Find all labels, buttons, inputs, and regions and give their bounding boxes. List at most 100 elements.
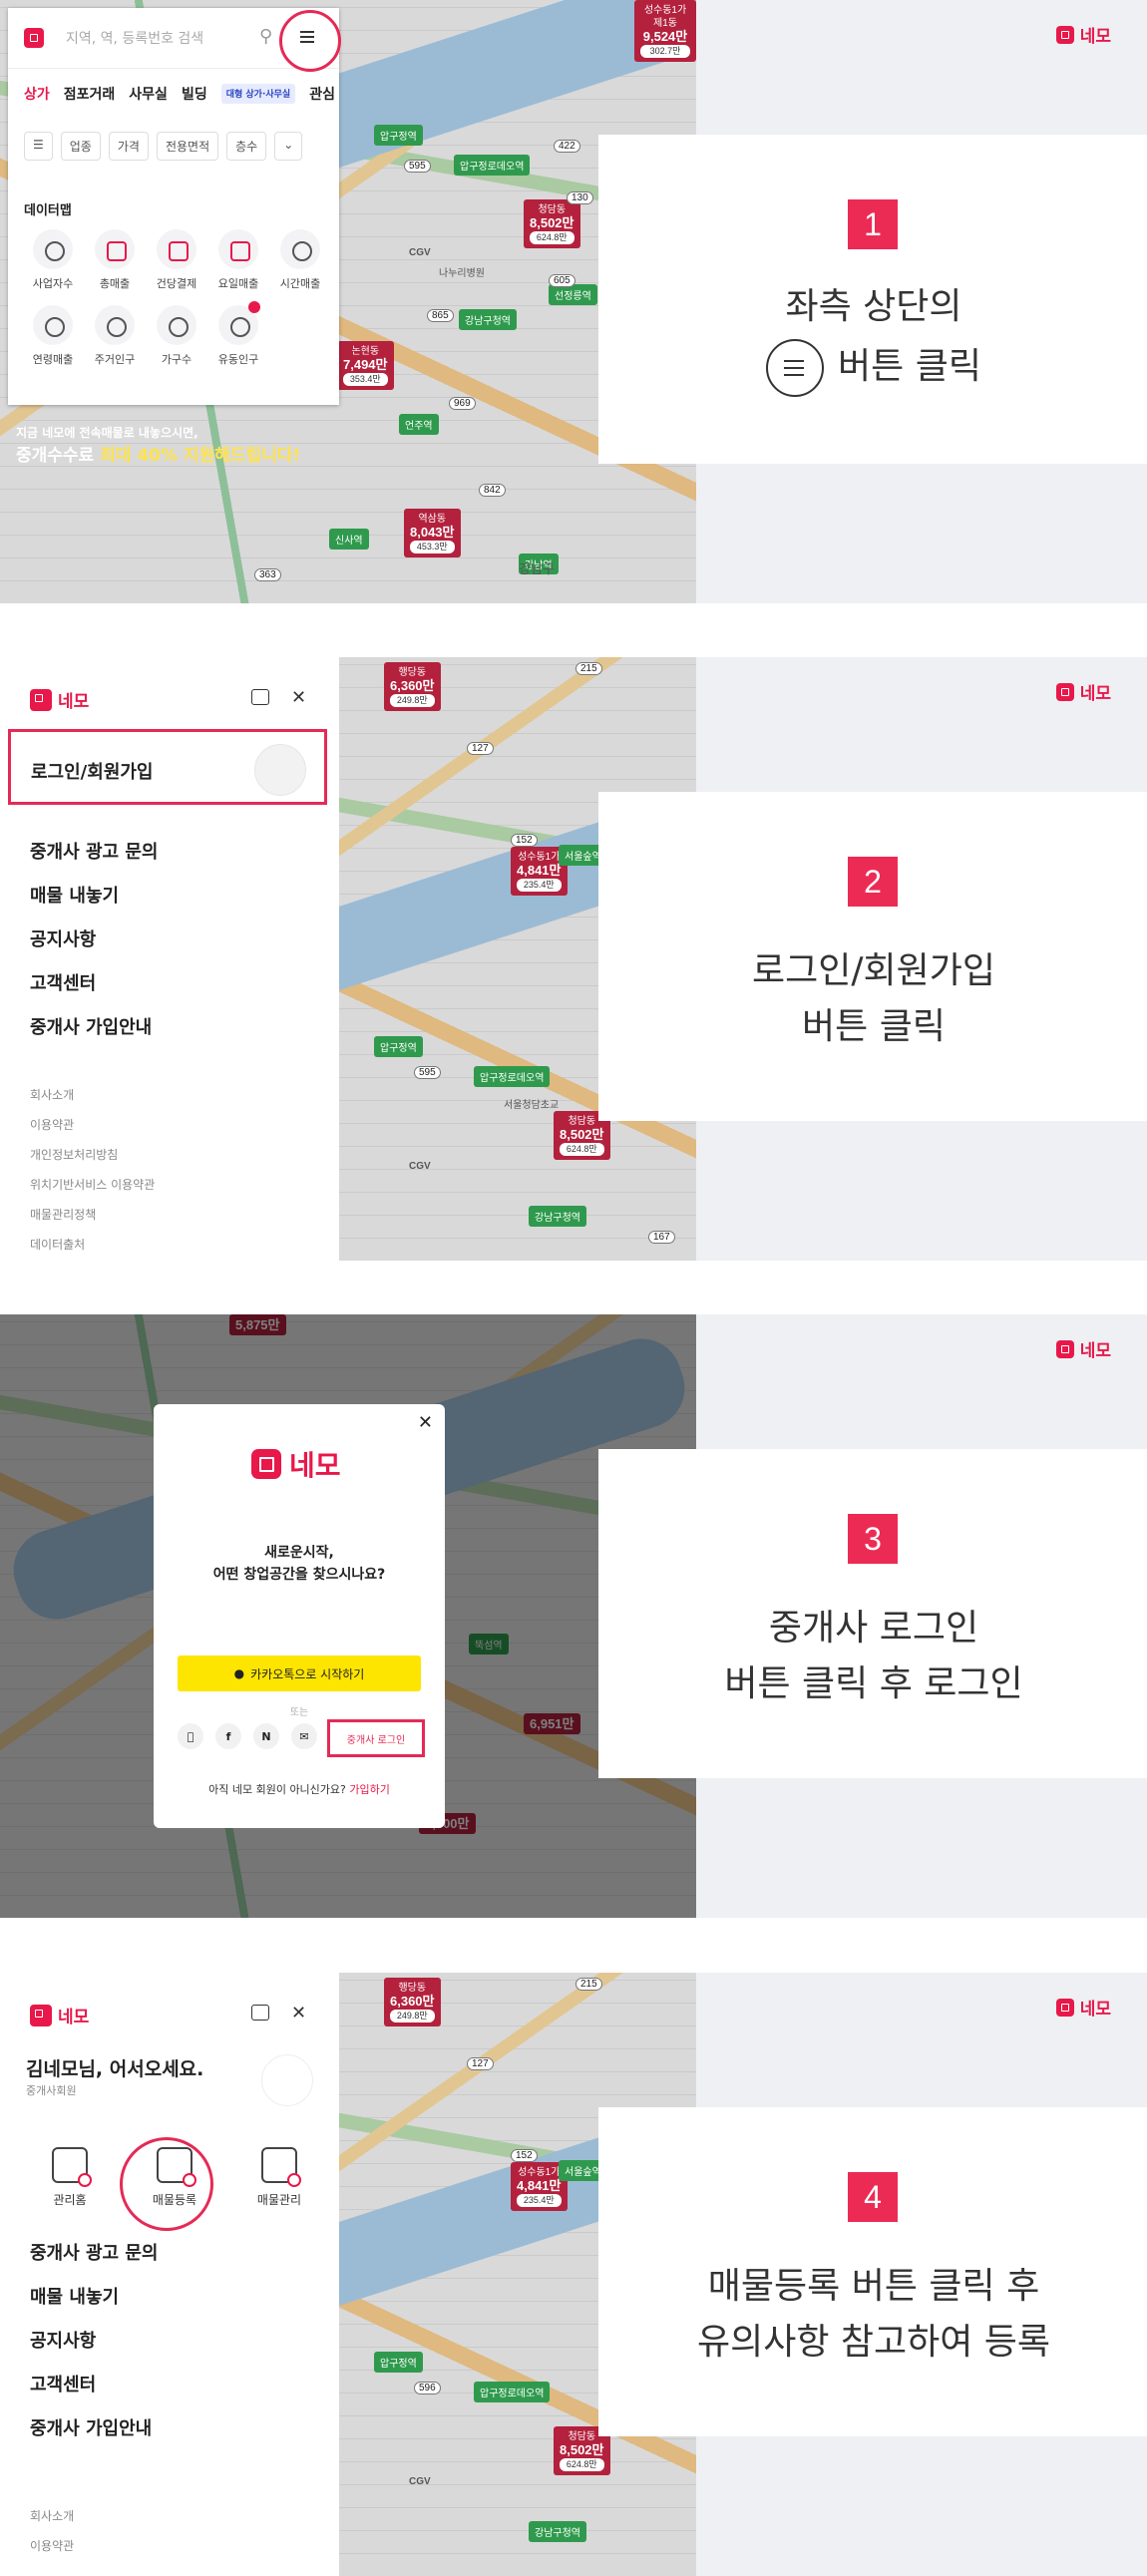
- data-item[interactable]: 시간매출: [269, 229, 331, 291]
- map-station-label[interactable]: 신사역: [329, 529, 369, 550]
- sub-menu-item[interactable]: 개인정보처리방침: [30, 1140, 155, 1170]
- naver-icon[interactable]: N: [253, 1723, 279, 1749]
- sub-menu-item[interactable]: 이용약관: [30, 2531, 74, 2561]
- menu-item[interactable]: 중개사 가입안내: [30, 2407, 158, 2451]
- map-station-label[interactable]: 강남구청역: [529, 1206, 586, 1227]
- side-menu: 네모 ✕ 김네모님, 어서오세요. 중개사회원 관리홈 매물등록 매물관리 중개…: [0, 1973, 339, 2576]
- crowd-icon: [218, 301, 260, 345]
- step-desc-line2: 버튼 클릭 후 로그인: [724, 1663, 1023, 1704]
- sales-icon: [95, 229, 135, 269]
- chat-icon[interactable]: [251, 2005, 269, 2021]
- tab-store[interactable]: 상가: [24, 84, 50, 104]
- filter-settings-icon[interactable]: ☰: [24, 132, 53, 161]
- tab-building[interactable]: 빌딩: [182, 84, 207, 104]
- login-signup-button[interactable]: 로그인/회원가입: [8, 729, 327, 805]
- sub-menu: 회사소개 이용약관 개인정보처리방침 위치기반서비스 이용약관 매물관리정책 데…: [30, 1080, 155, 1260]
- search-icon[interactable]: ⚲: [259, 26, 272, 47]
- search-input[interactable]: 지역, 역, 등록번호 검색: [66, 28, 203, 48]
- step-number: 4: [848, 2172, 898, 2222]
- map-price-marker[interactable]: 성수동1가제1동 9,524만 302.7만: [634, 0, 696, 62]
- sub-menu-item[interactable]: 위치기반서비스 이용약관: [30, 1170, 155, 1200]
- brand-logo[interactable]: 네모: [30, 687, 89, 712]
- apple-icon[interactable]: : [178, 1723, 203, 1749]
- main-menu: 중개사 광고 문의 매물 내놓기 공지사항 고객센터 중개사 가입안내: [30, 2232, 158, 2451]
- search-panel: 지역, 역, 등록번호 검색 ⚲ 상가 점포거래 사무실 빌딩 대형 상가·사무…: [8, 8, 341, 405]
- step-4: 행당동 6,360만 249.8만 성수동1가 4,841만 235.4만 청담동 8,5…: [0, 1973, 1147, 2576]
- chevron-down-icon[interactable]: ⌄: [274, 132, 303, 161]
- side-menu: 네모 ✕ 로그인/회원가입 중개사 광고 문의 매물 내놓기 공지사항 고객센터…: [0, 657, 339, 1261]
- tab-large[interactable]: 대형 상가·사무실: [220, 84, 296, 104]
- logo-icon[interactable]: [24, 28, 44, 48]
- map-view[interactable]: 압구정로데오역 압구정역 강남구청역 선정릉역 언주역 신사역 강남역 청담동 8…: [0, 0, 696, 603]
- kakao-login-button[interactable]: ● 카카오톡으로 시작하기: [178, 1656, 421, 1691]
- map-price-marker[interactable]: 청담동 8,502만 624.8만: [524, 199, 580, 248]
- calendar-icon: [218, 229, 258, 269]
- map-station-label[interactable]: 선정릉역: [549, 284, 597, 305]
- email-icon[interactable]: ✉: [291, 1723, 317, 1749]
- sub-menu-item[interactable]: 데이터출처: [30, 1230, 155, 1260]
- sub-menu-item[interactable]: 이용약관: [30, 1110, 155, 1140]
- close-icon[interactable]: ✕: [291, 2003, 306, 2024]
- filter-chip[interactable]: 층수: [226, 132, 267, 161]
- data-item[interactable]: 가구수: [146, 305, 207, 367]
- filter-chip[interactable]: 전용면적: [156, 132, 219, 161]
- sub-menu-item[interactable]: 매물관리정책: [30, 1200, 155, 1230]
- map-count-badge: 363: [254, 568, 281, 581]
- map-station-label[interactable]: 압구정역: [374, 1036, 423, 1057]
- menu-item[interactable]: 고객센터: [30, 2364, 158, 2407]
- menu-item[interactable]: 고객센터: [30, 962, 158, 1006]
- avatar[interactable]: [261, 2054, 313, 2106]
- brand-logo: 네모: [1055, 1995, 1111, 2020]
- tab-store-trade[interactable]: 점포거래: [64, 84, 116, 104]
- divider-or: 또는: [289, 1707, 309, 1718]
- map-station-label[interactable]: 언주역: [399, 414, 439, 435]
- map-station-label[interactable]: 강남구청역: [529, 2521, 586, 2542]
- map-station-label[interactable]: 압구정로데오역: [454, 155, 531, 176]
- map-station-label[interactable]: 압구정역: [374, 125, 423, 146]
- map-price-marker[interactable]: 행당동 6,360만 249.8만: [384, 1978, 441, 2026]
- manage-home-button[interactable]: 관리홈: [30, 2147, 110, 2208]
- join-link[interactable]: 가입하기: [349, 1783, 389, 1796]
- menu-item[interactable]: 공지사항: [30, 2320, 158, 2364]
- clock-icon: [280, 229, 320, 269]
- tab-office[interactable]: 사무실: [129, 84, 168, 104]
- data-map-title: 데이터맵: [24, 203, 72, 218]
- menu-item[interactable]: 매물 내놓기: [30, 875, 158, 919]
- menu-item[interactable]: 중개사 광고 문의: [30, 2232, 158, 2276]
- broker-login-button[interactable]: 중개사 로그인: [327, 1719, 425, 1757]
- menu-item[interactable]: 공지사항: [30, 919, 158, 962]
- sub-menu-item[interactable]: 회사소개: [30, 1080, 155, 1110]
- join-prompt: 아직 네모 회원이 아니신가요? 가입하기: [208, 1783, 390, 1796]
- close-icon[interactable]: ✕: [418, 1412, 433, 1433]
- menu-item[interactable]: 중개사 가입안내: [30, 1006, 158, 1050]
- menu-item[interactable]: 매물 내놓기: [30, 2276, 158, 2320]
- tab-favorites[interactable]: 관심: [309, 84, 335, 104]
- data-item[interactable]: 총매출: [84, 229, 146, 291]
- data-item[interactable]: 주거인구: [84, 305, 146, 367]
- promo-banner[interactable]: 지금 네모에 전속매물로 내놓으시면, 중개수수료 최대 40% 지원해드립니다…: [16, 424, 333, 466]
- map-price-marker[interactable]: 행당동 6,360만 249.8만: [384, 662, 441, 711]
- data-item[interactable]: 사업자수: [22, 229, 84, 291]
- map-station-label[interactable]: 압구정로데오역: [474, 1066, 551, 1087]
- close-icon[interactable]: ✕: [291, 687, 306, 708]
- map-station-label[interactable]: 강남구청역: [459, 309, 517, 330]
- map-price-marker[interactable]: 논현동 7,494만 353.4만: [337, 341, 394, 390]
- chat-icon[interactable]: [251, 689, 269, 705]
- map-station-label[interactable]: 압구정역: [374, 2352, 423, 2373]
- map-price-marker[interactable]: 역삼동 8,043만 453.3만: [404, 509, 461, 557]
- brand-logo[interactable]: 네모: [30, 2003, 89, 2027]
- data-item[interactable]: 건당결제: [146, 229, 207, 291]
- map-station-label[interactable]: 압구정로데오역: [474, 2382, 551, 2402]
- data-item[interactable]: 연령매출: [22, 305, 84, 367]
- data-item[interactable]: 요일매출: [207, 229, 269, 291]
- facebook-icon[interactable]: f: [215, 1723, 241, 1749]
- map-place-label: 나누리병원: [439, 268, 485, 279]
- filter-chip[interactable]: 가격: [108, 132, 149, 161]
- listing-manage-button[interactable]: 매물관리: [239, 2147, 319, 2208]
- menu-item[interactable]: 중개사 광고 문의: [30, 831, 158, 875]
- filter-chip[interactable]: 업종: [60, 132, 101, 161]
- sub-menu-item[interactable]: 회사소개: [30, 2501, 74, 2531]
- step-number: 1: [848, 199, 898, 249]
- data-map-grid: 사업자수 총매출 건당결제 요일매출 시간매출 연령매출 주거인구 가구수 유동…: [22, 229, 337, 367]
- data-item[interactable]: 유동인구: [207, 301, 269, 367]
